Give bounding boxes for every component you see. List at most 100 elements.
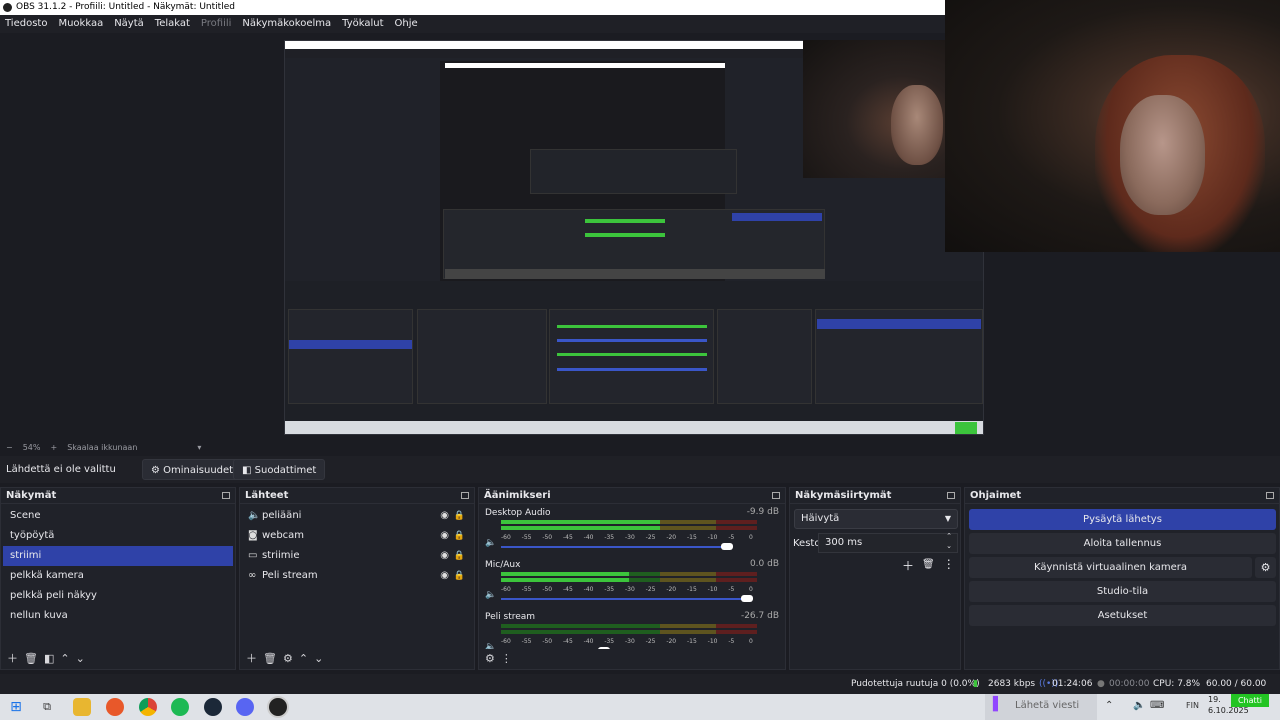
move-up-icon[interactable]: ⌃ (60, 652, 69, 665)
visibility-eye-icon[interactable]: ◉ (440, 506, 449, 526)
undock-icon[interactable] (947, 492, 955, 499)
menu-scene-collection[interactable]: Näkymäkokoelma (242, 15, 331, 33)
meter-tick-label: -35 (604, 638, 615, 645)
menu-view[interactable]: Näytä (114, 15, 144, 33)
fader-knob[interactable] (598, 647, 611, 649)
meter-zone (659, 630, 717, 634)
source-properties-icon[interactable]: ⚙ (283, 652, 293, 665)
file-explorer-icon[interactable] (73, 698, 91, 716)
spotify-icon[interactable] (171, 698, 189, 716)
channel-db: -26.7 dB (740, 611, 779, 621)
steam-icon[interactable] (204, 698, 222, 716)
start-recording-button[interactable]: Aloita tallennus (969, 533, 1276, 554)
scene-item-active[interactable]: striimi (3, 546, 233, 566)
language-indicator[interactable]: FIN (1186, 701, 1199, 710)
source-item[interactable]: ◙ webcam ◉ 🔒 (240, 526, 474, 546)
undock-icon[interactable] (222, 492, 230, 499)
lock-icon[interactable]: 🔒 (454, 506, 465, 526)
lock-icon[interactable]: 🔒 (454, 566, 465, 586)
source-item[interactable]: 🔈 peliääni ◉ 🔒 (240, 506, 474, 526)
move-down-icon[interactable]: ⌄ (76, 652, 85, 665)
mixer-channel: Mic/Aux 0.0 dB -60 -55 -50 -45 -40 -35 -30 -25 -20… (479, 559, 785, 611)
undock-icon[interactable] (461, 492, 469, 499)
more-options-icon[interactable]: ⋮ (501, 652, 512, 665)
chat-input[interactable]: ▌ Lähetä viesti (985, 694, 1097, 720)
volume-icon[interactable]: 🔈 (1133, 700, 1145, 711)
network-icon[interactable]: ⌨ (1150, 700, 1164, 711)
menu-edit[interactable]: Muokkaa (58, 15, 103, 33)
meter-tick-label: -15 (687, 586, 697, 593)
chat-button[interactable]: Chatti (1231, 694, 1269, 707)
add-scene-icon[interactable]: ＋ (7, 650, 18, 666)
lock-icon[interactable]: 🔒 (454, 546, 465, 566)
scene-item[interactable]: pelkkä peli näkyy (3, 586, 233, 606)
scene-filters-icon[interactable]: ◧ (44, 652, 54, 665)
mute-speaker-icon[interactable]: 🔈 (485, 538, 496, 548)
bitrate: 2683 kbps (988, 679, 1036, 689)
more-options-icon[interactable]: ⋮ (943, 557, 955, 574)
add-source-icon[interactable]: ＋ (246, 650, 257, 666)
menu-profile[interactable]: Profiili (201, 15, 232, 33)
discord-icon[interactable] (236, 698, 254, 716)
move-down-icon[interactable]: ⌄ (314, 652, 323, 665)
undock-icon[interactable] (1266, 492, 1274, 499)
undock-icon[interactable] (772, 492, 780, 499)
meter-tick-label: -55 (521, 586, 532, 593)
zoom-out-icon[interactable]: − (6, 441, 13, 454)
remove-transition-icon[interactable]: 🗑 (922, 557, 935, 574)
scale-mode[interactable]: Skaalaa ikkunaan (67, 441, 137, 454)
firefox-icon[interactable] (106, 698, 124, 716)
volume-fader[interactable] (501, 646, 779, 649)
source-item[interactable]: ∞ Peli stream ◉ 🔒 (240, 566, 474, 586)
transition-select[interactable]: Häivytä ▼ (794, 509, 958, 529)
obs-taskbar-icon[interactable] (269, 698, 287, 716)
remove-scene-icon[interactable]: 🗑 (24, 652, 38, 665)
remove-source-icon[interactable]: 🗑 (263, 652, 277, 665)
menu-tools[interactable]: Työkalut (342, 15, 383, 33)
volume-fader[interactable] (501, 542, 779, 552)
meter-tick-label: -30 (625, 586, 635, 593)
meter-tick-label: -45 (563, 534, 573, 541)
stop-stream-button[interactable]: Pysäytä lähetys (969, 509, 1276, 530)
virtual-camera-settings-gear-icon[interactable]: ⚙ (1255, 557, 1276, 578)
lock-icon[interactable]: 🔒 (454, 526, 465, 546)
virtual-camera-button[interactable]: Käynnistä virtuaalinen kamera (969, 557, 1252, 578)
meter-tick-label: -45 (563, 638, 573, 645)
record-time: 00:00:00 (1109, 679, 1150, 689)
scene-item[interactable]: Scene (3, 506, 233, 526)
fader-knob[interactable] (721, 543, 734, 550)
menu-file[interactable]: Tiedosto (5, 15, 47, 33)
mute-speaker-icon[interactable]: 🔈 (485, 590, 496, 600)
meter-tick-label: -15 (687, 638, 697, 645)
properties-button[interactable]: ⚙ Ominaisuudet (142, 459, 243, 480)
chrome-icon[interactable] (139, 698, 157, 716)
menu-help[interactable]: Ohje (395, 15, 418, 33)
sources-title: Lähteet (245, 490, 289, 501)
volume-fader[interactable] (501, 594, 779, 604)
settings-button[interactable]: Asetukset (969, 605, 1276, 626)
scene-item[interactable]: nellun kuva (3, 606, 233, 626)
visibility-eye-icon[interactable]: ◉ (440, 566, 449, 586)
meter-tick-label: -40 (583, 586, 594, 593)
visibility-eye-icon[interactable]: ◉ (440, 546, 449, 566)
chevron-down-icon[interactable]: ▾ (197, 441, 201, 454)
add-transition-icon[interactable]: ＋ (902, 557, 914, 574)
source-item[interactable]: ▭ striimie ◉ 🔒 (240, 546, 474, 566)
scene-item[interactable]: pelkkä kamera (3, 566, 233, 586)
scene-item[interactable]: työpöytä (3, 526, 233, 546)
duration-input[interactable]: 300 ms ⌃ ⌄ (818, 532, 958, 553)
fader-knob[interactable] (741, 595, 753, 602)
visibility-eye-icon[interactable]: ◉ (440, 526, 449, 546)
menu-docks[interactable]: Telakat (155, 15, 190, 33)
zoom-in-icon[interactable]: + (50, 441, 57, 454)
meter-tick-label: -5 (728, 586, 735, 593)
windows-start-icon[interactable]: ⊞ (7, 698, 25, 716)
chevron-up-icon[interactable]: ⌃ (1105, 700, 1113, 711)
task-view-icon[interactable]: ⧉ (38, 698, 56, 716)
mute-speaker-icon[interactable]: 🔈 (485, 642, 496, 649)
move-up-icon[interactable]: ⌃ (299, 652, 308, 665)
webcam-preview (945, 0, 1280, 252)
studio-mode-button[interactable]: Studio-tila (969, 581, 1276, 602)
mixer-settings-icon[interactable]: ⚙ (485, 652, 495, 665)
filters-button[interactable]: ◧ Suodattimet (233, 459, 326, 480)
